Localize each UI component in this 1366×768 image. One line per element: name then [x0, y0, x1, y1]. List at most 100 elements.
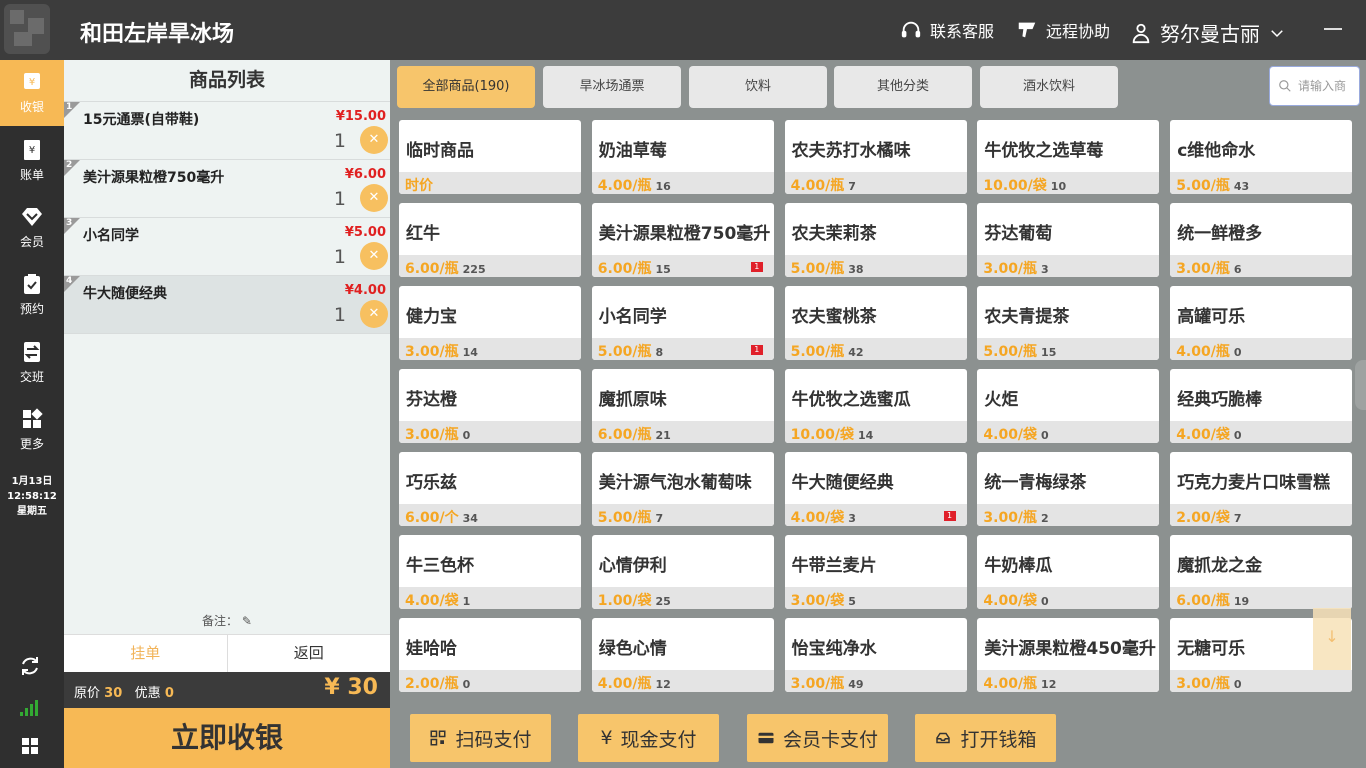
product-card[interactable]: 统一青梅绿茶 3.00/瓶 2 — [977, 452, 1160, 526]
support-button[interactable]: 联系客服 — [900, 18, 994, 42]
product-card[interactable]: 绿色心情 4.00/瓶 12 — [591, 618, 774, 692]
open-cashbox-button[interactable]: 打开钱箱 — [915, 714, 1056, 762]
cart-item[interactable]: 4 牛大随便经典 ¥4.00 1 ✕ — [64, 276, 390, 334]
cart-item[interactable]: 2 美汁源果粒橙750毫升 ¥6.00 1 ✕ — [64, 160, 390, 218]
remote-label: 远程协助 — [1046, 22, 1111, 41]
product-card[interactable]: 火炬 4.00/袋 0 — [977, 369, 1160, 443]
cart-item-qty[interactable]: 1 — [334, 304, 346, 326]
product-card[interactable]: 牛奶棒瓜 4.00/袋 0 — [977, 535, 1160, 609]
remove-item-button[interactable]: ✕ — [360, 126, 388, 154]
product-card[interactable]: 芬达橙 3.00/瓶 0 — [399, 369, 581, 443]
product-price: 1.00/袋 — [597, 593, 652, 609]
minimize-button[interactable] — [1324, 28, 1342, 30]
member-icon — [22, 208, 42, 226]
tab-other[interactable]: 其他分类 — [834, 66, 972, 108]
edit-icon[interactable]: ✎ — [242, 614, 252, 628]
product-card[interactable]: 牛三色杯 4.00/袋 1 — [399, 535, 581, 609]
product-card[interactable]: 健力宝 3.00/瓶 14 — [399, 286, 581, 360]
tab-all[interactable]: 全部商品(190) — [397, 66, 535, 108]
product-card[interactable]: 统一鲜橙多 3.00/瓶 6 — [1170, 203, 1353, 277]
product-card[interactable]: 美汁源果粒橙450毫升 4.00/瓶 12 — [977, 618, 1160, 692]
checkout-button[interactable]: 立即收银 — [64, 708, 390, 768]
product-price-row: 4.00/瓶 12 — [598, 673, 671, 692]
totals-bar: 原价 30 优惠 0 ¥ 30 — [64, 672, 390, 708]
product-price: 10.00/袋 — [983, 178, 1047, 194]
hang-order-button[interactable]: 挂单 — [64, 635, 228, 672]
product-price-row: 6.00/瓶 21 — [598, 424, 671, 443]
product-stock: 3 — [1041, 263, 1049, 276]
cart-item-qty[interactable]: 1 — [334, 188, 346, 210]
cart-item[interactable]: 3 小名同学 ¥5.00 1 ✕ — [64, 218, 390, 276]
search-placeholder: 请输入商 — [1298, 79, 1347, 93]
headset-icon — [901, 21, 921, 38]
product-info-bar: 6.00/瓶 15 1 — [591, 255, 774, 277]
sidebar-item-shift[interactable]: 交班 — [0, 330, 64, 396]
product-price: 3.00/瓶 — [983, 510, 1038, 526]
product-card[interactable]: 心情伊利 1.00/袋 25 — [591, 535, 774, 609]
product-card[interactable]: 魔抓原味 6.00/瓶 21 — [591, 369, 774, 443]
cart-item-qty[interactable]: 1 — [334, 130, 346, 152]
product-card[interactable]: 牛带兰麦片 3.00/袋 5 — [784, 535, 967, 609]
product-info-bar: 4.00/瓶 12 — [977, 670, 1160, 692]
product-card[interactable]: 魔抓龙之金 6.00/瓶 19 — [1170, 535, 1353, 609]
pay-qr-button[interactable]: 扫码支付 — [410, 714, 551, 762]
product-info-bar: 2.00/瓶 0 — [399, 670, 581, 692]
product-card[interactable]: 经典巧脆棒 4.00/袋 0 — [1170, 369, 1353, 443]
product-card[interactable]: 牛优牧之选蜜瓜 10.00/袋 14 — [784, 369, 967, 443]
product-card[interactable]: 农夫蜜桃茶 5.00/瓶 42 — [784, 286, 967, 360]
product-stock: 14 — [462, 346, 478, 359]
product-card[interactable]: 美汁源果粒橙750毫升 6.00/瓶 15 1 — [591, 203, 774, 277]
sidebar-item-more[interactable]: 更多 — [0, 397, 64, 463]
product-card[interactable]: 牛大随便经典 4.00/袋 3 1 — [784, 452, 967, 526]
product-info-bar: 4.00/瓶 16 — [591, 172, 774, 194]
sidebar-item-bill[interactable]: ¥ 账单 — [0, 128, 64, 194]
sidebar-item-reservation[interactable]: 预约 — [0, 262, 64, 328]
tab-drinks[interactable]: 饮料 — [689, 66, 827, 108]
cart-item-price: ¥5.00 — [344, 225, 386, 240]
scroll-down-button[interactable]: ↓ — [1313, 608, 1351, 670]
product-card[interactable]: 美汁源气泡水葡萄味 5.00/瓶 7 — [591, 452, 774, 526]
product-card[interactable]: 娃哈哈 2.00/瓶 0 — [399, 618, 581, 692]
remove-item-button[interactable]: ✕ — [360, 242, 388, 270]
product-card[interactable]: 芬达葡萄 3.00/瓶 3 — [977, 203, 1160, 277]
collapse-handle[interactable] — [1355, 360, 1366, 410]
back-button[interactable]: 返回 — [228, 635, 391, 672]
remove-item-button[interactable]: ✕ — [360, 300, 388, 328]
product-stock: 42 — [848, 346, 864, 359]
product-card[interactable]: 临时商品 时价 — [399, 120, 581, 194]
product-card[interactable]: 怡宝纯净水 3.00/瓶 49 — [784, 618, 967, 692]
apps-grid-icon[interactable] — [18, 734, 42, 758]
sidebar-item-label: 会员 — [19, 235, 44, 249]
product-card[interactable]: 巧乐兹 6.00/个 34 — [399, 452, 581, 526]
product-card[interactable]: 红牛 6.00/瓶 225 — [399, 203, 581, 277]
tab-tickets[interactable]: 旱冰场通票 — [543, 66, 681, 108]
remove-item-button[interactable]: ✕ — [360, 184, 388, 212]
refresh-icon[interactable] — [18, 654, 42, 678]
product-stock: 25 — [655, 595, 671, 608]
product-price-row: 6.00/个 34 — [405, 507, 478, 526]
cart-item[interactable]: 1 15元通票(自带鞋) ¥15.00 1 ✕ — [64, 102, 390, 160]
sidebar-item-member[interactable]: 会员 — [0, 195, 64, 261]
product-card[interactable]: 高罐可乐 4.00/瓶 0 — [1170, 286, 1353, 360]
cart-item-qty[interactable]: 1 — [334, 246, 346, 268]
product-card[interactable]: 农夫苏打水橘味 4.00/瓶 7 — [784, 120, 967, 194]
product-card[interactable]: 农夫茉莉茶 5.00/瓶 38 — [784, 203, 967, 277]
product-card[interactable]: 巧克力麦片口味雪糕 2.00/袋 7 — [1170, 452, 1353, 526]
product-stock: 15 — [655, 263, 671, 276]
pay-cash-button[interactable]: ¥ 现金支付 — [578, 714, 719, 762]
remark-row[interactable]: 备注： ✎ — [64, 612, 390, 629]
user-menu[interactable]: 努尔曼古丽 — [1130, 18, 1286, 47]
product-card[interactable]: 农夫青提茶 5.00/瓶 15 — [977, 286, 1160, 360]
sidebar-item-cashier[interactable]: ¥ 收银 — [0, 60, 64, 126]
search-input[interactable]: 请输入商 — [1269, 66, 1360, 106]
product-card[interactable]: c维他命水 5.00/瓶 43 — [1170, 120, 1353, 194]
qr-code-icon — [430, 730, 446, 746]
product-card[interactable]: 小名同学 5.00/瓶 8 1 — [591, 286, 774, 360]
remote-assist-button[interactable]: 远程协助 — [1016, 18, 1110, 42]
product-name: 绿色心情 — [598, 639, 667, 659]
product-card[interactable]: 奶油草莓 4.00/瓶 16 — [591, 120, 774, 194]
product-card[interactable]: 牛优牧之选草莓 10.00/袋 10 — [977, 120, 1160, 194]
pay-card-button[interactable]: 会员卡支付 — [747, 714, 888, 762]
product-price-row: 5.00/瓶 7 — [598, 507, 663, 526]
tab-beverages[interactable]: 酒水饮料 — [980, 66, 1118, 108]
